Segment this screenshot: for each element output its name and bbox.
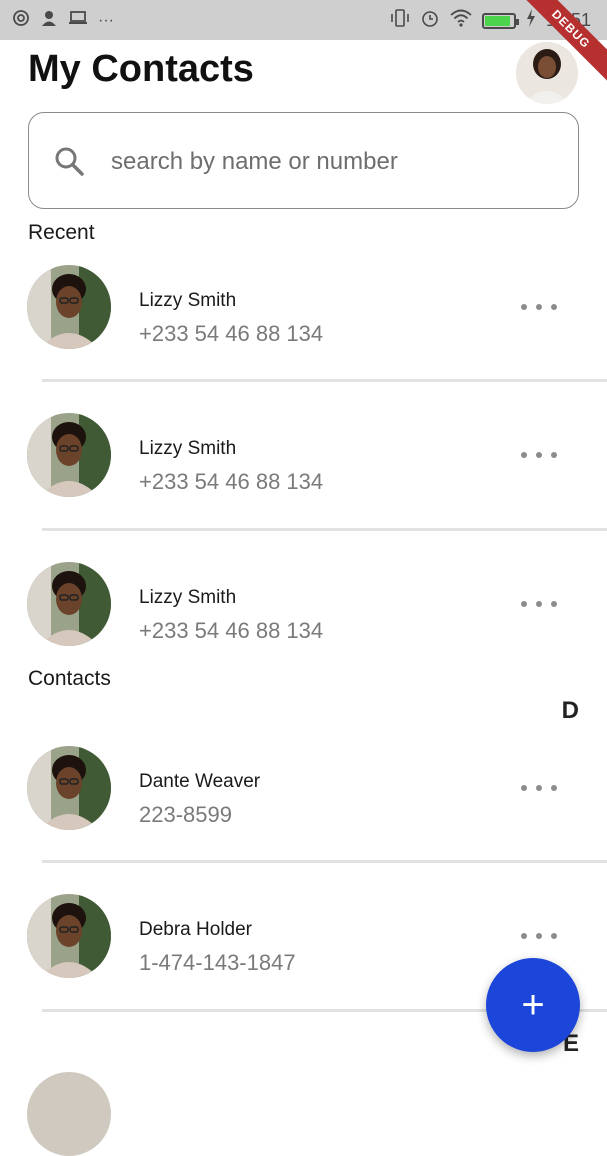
more-options-button[interactable] (521, 594, 557, 614)
contact-avatar (27, 562, 111, 646)
more-dots-icon (521, 785, 527, 791)
wifi-icon (450, 9, 472, 32)
contact-number: +233 54 46 88 134 (139, 469, 324, 494)
charging-icon (526, 9, 536, 32)
more-dots-icon (551, 785, 557, 791)
page-title: My Contacts (28, 48, 254, 90)
more-options-button[interactable] (521, 445, 557, 465)
row-divider (42, 528, 607, 531)
contact-number: +233 54 46 88 134 (139, 321, 324, 346)
contact-name: Dante Weaver (139, 771, 261, 792)
more-dots-icon (521, 933, 527, 939)
letter-header-d: D (561, 697, 579, 724)
more-options-button[interactable] (521, 778, 557, 798)
more-dots-icon (536, 933, 542, 939)
contact-number: 223-8599 (139, 802, 232, 827)
more-dots-icon (521, 601, 527, 607)
more-dots-icon (536, 601, 542, 607)
more-dots-icon (551, 304, 557, 310)
contact-row[interactable]: Lizzy Smith +233 54 46 88 134 (0, 248, 607, 396)
at-sign-icon (12, 9, 30, 32)
add-contact-button[interactable]: + (486, 958, 580, 1052)
more-options-button[interactable] (521, 297, 557, 317)
more-dots-icon (521, 304, 527, 310)
contact-avatar (27, 413, 111, 497)
profile-avatar[interactable] (516, 42, 578, 104)
status-bar: ··· 10:51 (0, 0, 607, 40)
contact-name: Debra Holder (139, 919, 252, 940)
contact-row[interactable]: Dante Weaver 223-8599 (0, 729, 607, 877)
laptop-icon (68, 10, 88, 31)
more-dots-icon (551, 601, 557, 607)
more-dots-icon (551, 452, 557, 458)
contact-avatar (27, 894, 111, 978)
more-dots-icon (551, 933, 557, 939)
person-icon (40, 9, 58, 32)
more-options-button[interactable] (521, 926, 557, 946)
row-divider (42, 860, 607, 863)
search-input[interactable] (109, 143, 553, 181)
contact-avatar (27, 746, 111, 830)
status-left-icons: ··· (12, 9, 114, 32)
contact-name: Lizzy Smith (139, 290, 237, 311)
more-dots-icon (536, 785, 542, 791)
contact-avatar (27, 265, 111, 349)
more-dots-icon (536, 304, 542, 310)
contact-name: Lizzy Smith (139, 587, 237, 608)
alarm-icon (420, 8, 440, 33)
contact-number: +233 54 46 88 134 (139, 618, 324, 643)
search-icon (53, 145, 85, 177)
contact-row[interactable]: Lizzy Smith +233 54 46 88 134 (0, 396, 607, 544)
battery-icon (481, 12, 519, 29)
section-label-recent: Recent (28, 221, 95, 244)
section-label-contacts: Contacts (28, 667, 111, 690)
battery-level (484, 15, 510, 26)
more-dots-icon: ··· (98, 11, 114, 29)
vibrate-icon (390, 9, 410, 32)
contact-name: Lizzy Smith (139, 438, 237, 459)
row-divider (42, 379, 607, 382)
contact-number: 1-474-143-1847 (139, 950, 296, 975)
more-dots-icon (536, 452, 542, 458)
more-dots-icon (521, 452, 527, 458)
search-box[interactable] (28, 112, 579, 209)
contact-avatar (27, 1072, 111, 1156)
